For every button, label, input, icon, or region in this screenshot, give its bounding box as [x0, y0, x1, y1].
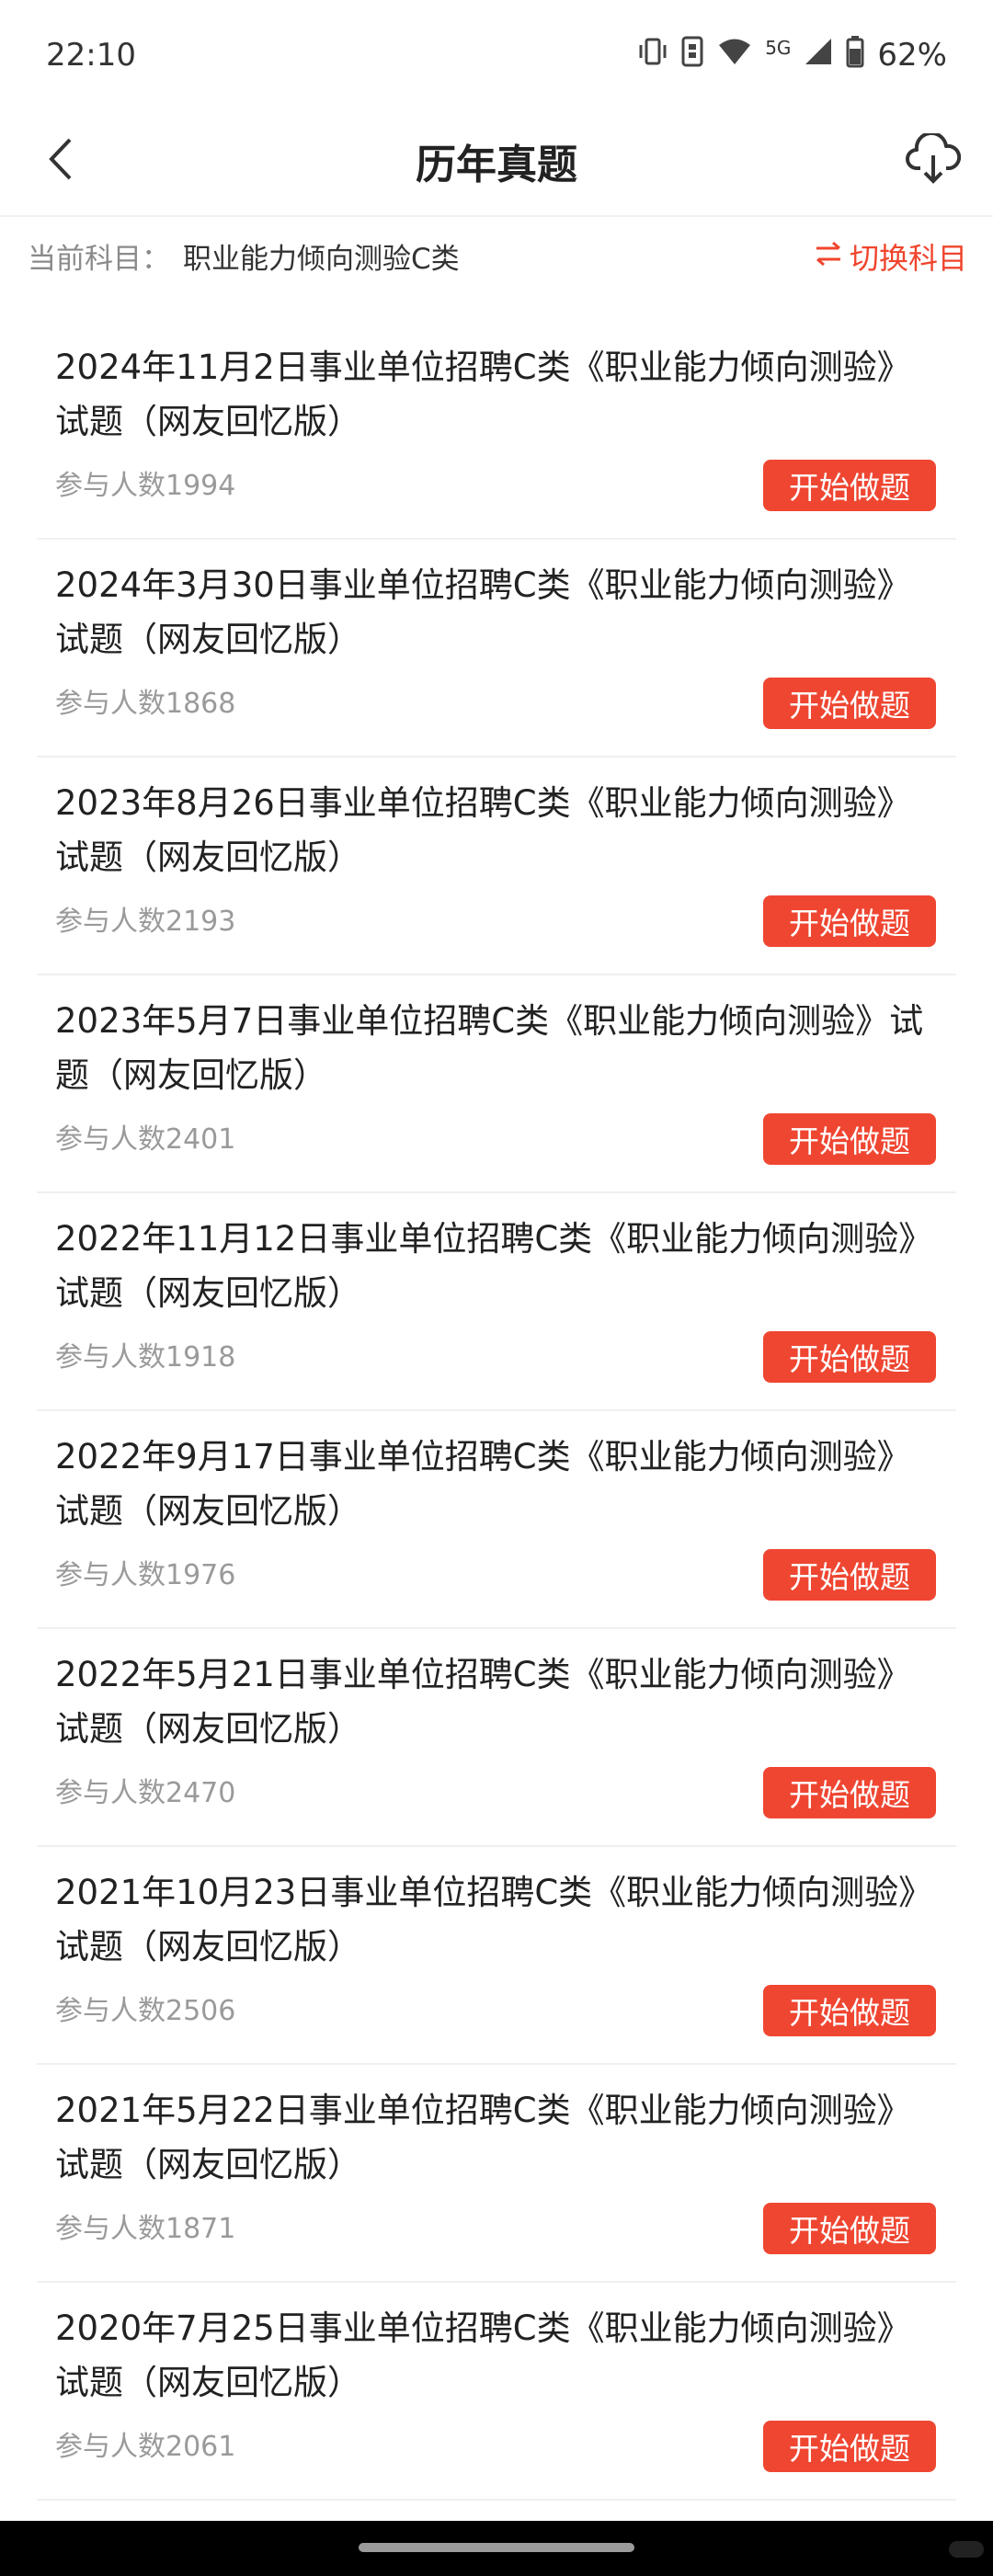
chevron-left-icon: [44, 136, 75, 186]
vibrate-icon: [638, 36, 668, 75]
start-button[interactable]: 开始做题: [763, 1331, 936, 1383]
start-button[interactable]: 开始做题: [763, 1113, 936, 1165]
signal-icon: [804, 37, 833, 74]
exam-title: 2023年5月7日事业单位招聘C类《职业能力倾向测验》试题（网友回忆版）: [55, 1001, 924, 1095]
list-item[interactable]: 2023年5月7日事业单位招聘C类《职业能力倾向测验》试题（网友回忆版） 参与人…: [37, 975, 956, 1193]
list-item[interactable]: 2021年10月23日事业单位招聘C类《职业能力倾向测验》试题（网友回忆版） 参…: [37, 1847, 956, 2065]
battery-level: 62%: [877, 37, 947, 74]
list-item[interactable]: 2022年9月17日事业单位招聘C类《职业能力倾向测验》试题（网友回忆版） 参与…: [37, 1411, 956, 1629]
sim-icon: [680, 35, 704, 76]
participant-count: 参与人数2061: [55, 2431, 236, 2463]
page-title: 历年真题: [416, 142, 577, 188]
list-item[interactable]: 2021年5月22日事业单位招聘C类《职业能力倾向测验》试题（网友回忆版） 参与…: [37, 2065, 956, 2283]
download-button[interactable]: [901, 129, 965, 193]
status-time: 22:10: [46, 37, 136, 74]
start-button[interactable]: 开始做题: [763, 1985, 936, 2036]
start-button[interactable]: 开始做题: [763, 2421, 936, 2472]
swap-icon: [815, 239, 842, 274]
participant-count: 参与人数2470: [55, 1777, 236, 1809]
participant-count: 参与人数1918: [55, 1341, 236, 1373]
network-label: 5G: [765, 37, 792, 59]
battery-icon: [846, 35, 864, 76]
back-button[interactable]: [29, 131, 90, 191]
exam-title: 2024年11月2日事业单位招聘C类《职业能力倾向测验》试题（网友回忆版）: [55, 348, 911, 441]
home-indicator[interactable]: [359, 2543, 634, 2552]
exam-list: 2024年11月2日事业单位招聘C类《职业能力倾向测验》试题（网友回忆版） 参与…: [0, 322, 993, 2501]
exam-title: 2022年5月21日事业单位招聘C类《职业能力倾向测验》试题（网友回忆版）: [55, 1655, 911, 1749]
navigation-bar: [0, 2521, 993, 2576]
start-button[interactable]: 开始做题: [763, 678, 936, 729]
exam-title: 2022年11月12日事业单位招聘C类《职业能力倾向测验》试题（网友回忆版）: [55, 1219, 933, 1313]
corner-badge: [949, 2541, 984, 2558]
list-item[interactable]: 2024年3月30日事业单位招聘C类《职业能力倾向测验》试题（网友回忆版） 参与…: [37, 540, 956, 758]
status-icons: 5G 62%: [638, 35, 947, 76]
start-button[interactable]: 开始做题: [763, 460, 936, 511]
participant-count: 参与人数1871: [55, 2213, 236, 2245]
subject-bar: 当前科目： 职业能力倾向测验C类 切换科目: [0, 215, 993, 294]
participant-count: 参与人数2401: [55, 1123, 236, 1156]
participant-count: 参与人数2193: [55, 906, 236, 938]
cloud-download-icon: [906, 131, 962, 188]
list-item[interactable]: 2022年5月21日事业单位招聘C类《职业能力倾向测验》试题（网友回忆版） 参与…: [37, 1629, 956, 1847]
status-bar: 22:10 5G 62%: [0, 0, 993, 110]
exam-title: 2021年10月23日事业单位招聘C类《职业能力倾向测验》试题（网友回忆版）: [55, 1873, 933, 1966]
exam-title: 2023年8月26日事业单位招聘C类《职业能力倾向测验》试题（网友回忆版）: [55, 783, 911, 877]
exam-title: 2020年7月25日事业单位招聘C类《职业能力倾向测验》试题（网友回忆版）: [55, 2308, 911, 2402]
participant-count: 参与人数1976: [55, 1559, 236, 1591]
start-button[interactable]: 开始做题: [763, 2203, 936, 2254]
list-item[interactable]: 2024年11月2日事业单位招聘C类《职业能力倾向测验》试题（网友回忆版） 参与…: [37, 322, 956, 540]
list-item[interactable]: 2022年11月12日事业单位招聘C类《职业能力倾向测验》试题（网友回忆版） 参…: [37, 1193, 956, 1411]
subject-value: 职业能力倾向测验C类: [183, 242, 460, 276]
switch-subject-button[interactable]: 切换科目: [815, 217, 967, 296]
exam-title: 2024年3月30日事业单位招聘C类《职业能力倾向测验》试题（网友回忆版）: [55, 565, 911, 659]
participant-count: 参与人数2506: [55, 1995, 236, 2027]
subject-label: 当前科目：: [28, 242, 170, 276]
exam-title: 2022年9月17日事业单位招聘C类《职业能力倾向测验》试题（网友回忆版）: [55, 1437, 911, 1531]
start-button[interactable]: 开始做题: [763, 895, 936, 947]
list-item[interactable]: 2020年7月25日事业单位招聘C类《职业能力倾向测验》试题（网友回忆版） 参与…: [37, 2283, 956, 2501]
list-item[interactable]: 2023年8月26日事业单位招聘C类《职业能力倾向测验》试题（网友回忆版） 参与…: [37, 758, 956, 975]
start-button[interactable]: 开始做题: [763, 1549, 936, 1601]
header: 历年真题: [0, 110, 993, 211]
participant-count: 参与人数1868: [55, 688, 236, 720]
start-button[interactable]: 开始做题: [763, 1767, 936, 1818]
switch-subject-label: 切换科目: [849, 241, 967, 276]
exam-title: 2021年5月22日事业单位招聘C类《职业能力倾向测验》试题（网友回忆版）: [55, 2091, 911, 2184]
wifi-icon: [717, 37, 752, 74]
participant-count: 参与人数1994: [55, 470, 236, 502]
